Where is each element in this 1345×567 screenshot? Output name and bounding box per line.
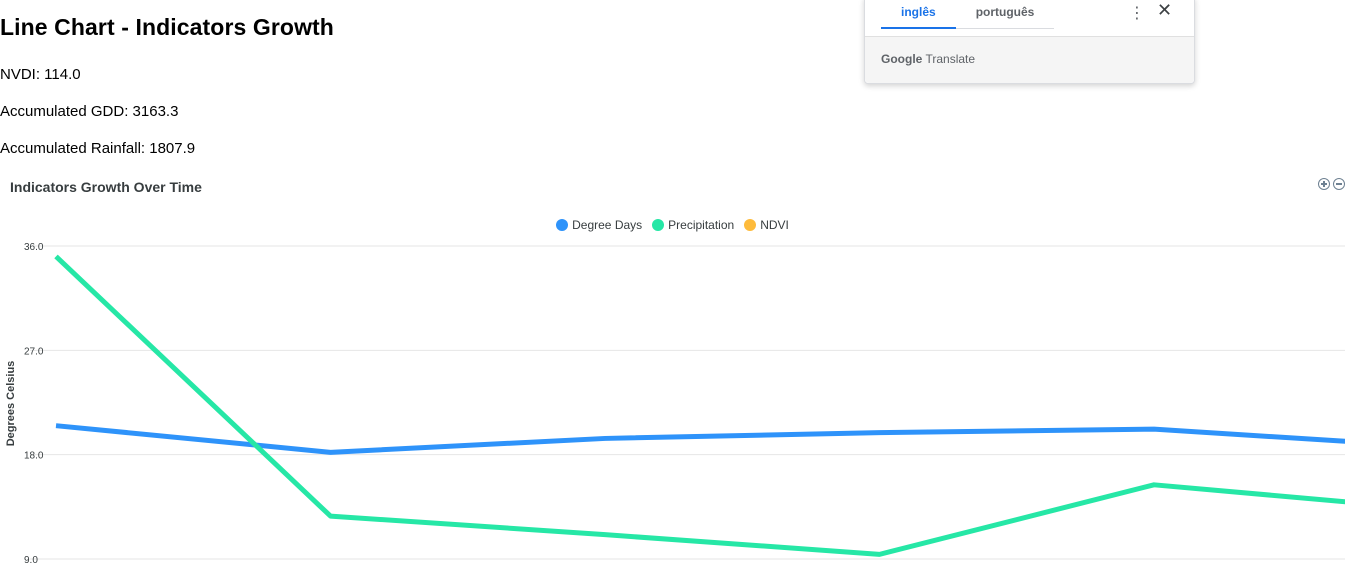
zoom-in-icon[interactable] — [1318, 178, 1330, 190]
rainfall-stat: Accumulated Rainfall: 1807.9 — [0, 140, 196, 157]
close-icon[interactable]: ✕ — [1157, 0, 1172, 21]
legend-marker — [744, 219, 757, 231]
legend-item-degree-days[interactable]: Degree Days — [556, 218, 642, 232]
legend-marker — [652, 219, 665, 231]
chart-legend: Degree Days Precipitation NDVI — [0, 218, 1345, 232]
google-translate-brand: Google Translate — [881, 52, 976, 66]
legend-item-ndvi[interactable]: NDVI — [744, 218, 789, 232]
legend-label: Precipitation — [668, 218, 735, 232]
more-vert-icon[interactable]: ⋮ — [1129, 3, 1145, 23]
chart-toolbar — [1318, 178, 1345, 190]
legend-marker — [556, 219, 569, 231]
y-axis-label: Degrees Celsius — [5, 361, 17, 447]
series-line-precipitation — [54, 254, 1345, 557]
y-tick-label: 18.0 — [24, 451, 44, 462]
legend-label: NDVI — [760, 218, 789, 232]
y-tick-label: 36.0 — [24, 242, 44, 253]
line-chart: 36.0 27.0 18.0 9.0 Degrees Celsius Indicator… — [0, 170, 1345, 567]
y-tick-label: 27.0 — [24, 346, 44, 357]
y-tick-label: 9.0 — [24, 555, 38, 566]
ndvi-stat: NVDI: 114.0 — [0, 66, 81, 83]
translate-footer: Google Translate — [865, 36, 1194, 83]
language-tabs: inglês português — [881, 1, 1055, 29]
legend-label: Degree Days — [572, 218, 643, 232]
page-title: Line Chart - Indicators Growth — [0, 14, 334, 40]
zoom-out-icon[interactable] — [1333, 178, 1345, 190]
chart-title: Indicators Growth Over Time — [10, 179, 202, 195]
tab-ingles[interactable]: inglês — [881, 1, 956, 29]
tab-portugues[interactable]: português — [955, 1, 1055, 29]
gdd-stat: Accumulated GDD: 3163.3 — [0, 103, 179, 120]
google-translate-popup: inglês português ⋮ ✕ Google Translate — [864, 0, 1195, 84]
legend-item-precipitation[interactable]: Precipitation — [652, 218, 734, 232]
